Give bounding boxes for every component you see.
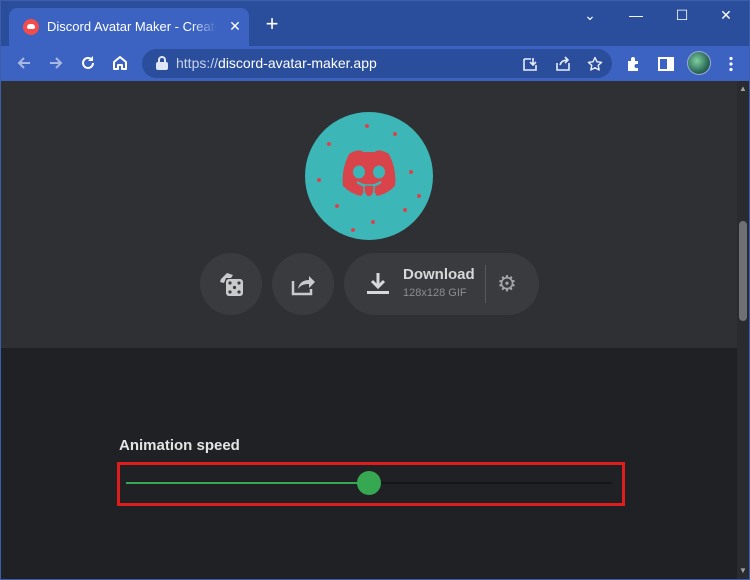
address-bar[interactable]: https://discord-avatar-maker.app bbox=[142, 49, 612, 78]
share-icon[interactable] bbox=[552, 53, 574, 75]
download-button[interactable]: Download 128x128 GIF ⚙ bbox=[344, 253, 539, 315]
star-icon[interactable] bbox=[584, 53, 606, 75]
url-host: discord-avatar-maker.app bbox=[218, 55, 377, 71]
download-divider bbox=[485, 265, 486, 303]
extensions-icon[interactable] bbox=[622, 52, 646, 76]
forward-arrow-icon[interactable] bbox=[42, 49, 70, 77]
scroll-down-arrow-icon[interactable]: ▼ bbox=[737, 565, 749, 577]
profile-avatar-icon[interactable] bbox=[687, 51, 711, 75]
lock-icon[interactable] bbox=[155, 56, 169, 70]
tab-title: Discord Avatar Maker - Create your bbox=[47, 19, 217, 34]
discord-favicon-icon bbox=[23, 19, 39, 35]
download-label: Download bbox=[403, 266, 475, 283]
url-text[interactable]: https://discord-avatar-maker.app bbox=[176, 54, 377, 73]
vertical-scrollbar[interactable]: ▲ ▼ bbox=[737, 81, 749, 579]
slider-thumb[interactable] bbox=[357, 471, 381, 495]
share-arrow-icon bbox=[291, 276, 315, 296]
discord-mascot-icon bbox=[342, 150, 396, 198]
kebab-menu-icon[interactable] bbox=[719, 52, 743, 76]
side-panel-icon[interactable] bbox=[654, 52, 678, 76]
tab-search-chevron-icon[interactable]: ⌄ bbox=[567, 1, 613, 31]
download-icon bbox=[367, 273, 389, 294]
share-button[interactable] bbox=[272, 253, 334, 315]
download-format: 128x128 GIF bbox=[403, 287, 467, 299]
maximize-button[interactable]: ☐ bbox=[659, 1, 705, 31]
page-content: Download 128x128 GIF ⚙ Animation speed bbox=[1, 81, 737, 579]
dice-icon bbox=[220, 273, 243, 296]
reload-icon[interactable] bbox=[74, 49, 102, 77]
scroll-up-arrow-icon[interactable]: ▲ bbox=[737, 83, 749, 95]
tab-strip: Discord Avatar Maker - Create your ✕ + ⌄… bbox=[1, 1, 749, 46]
browser-toolbar: https://discord-avatar-maker.app bbox=[1, 46, 749, 81]
minimize-button[interactable]: — bbox=[613, 1, 659, 31]
gear-icon[interactable]: ⚙ bbox=[495, 272, 519, 296]
scrollbar-thumb[interactable] bbox=[739, 221, 747, 321]
slider-fill bbox=[126, 482, 369, 484]
avatar-preview bbox=[305, 112, 433, 240]
avatar-editor-panel: Download 128x128 GIF ⚙ bbox=[1, 81, 737, 348]
install-app-icon[interactable] bbox=[519, 53, 541, 75]
tab-close-icon[interactable]: ✕ bbox=[226, 17, 244, 35]
animation-speed-label: Animation speed bbox=[119, 437, 240, 454]
randomize-button[interactable] bbox=[200, 253, 262, 315]
url-scheme: https:// bbox=[176, 55, 219, 71]
close-window-button[interactable]: ✕ bbox=[703, 1, 749, 31]
browser-window: Discord Avatar Maker - Create your ✕ + ⌄… bbox=[0, 0, 750, 580]
home-icon[interactable] bbox=[106, 49, 134, 77]
animation-speed-slider[interactable] bbox=[126, 471, 612, 495]
back-arrow-icon[interactable] bbox=[10, 49, 38, 77]
browser-tab[interactable]: Discord Avatar Maker - Create your ✕ bbox=[9, 8, 249, 46]
new-tab-button[interactable]: + bbox=[259, 12, 285, 38]
